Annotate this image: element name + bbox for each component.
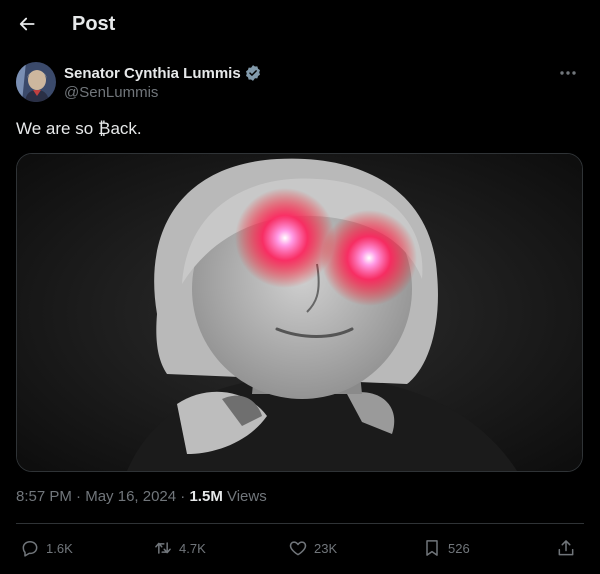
more-horizontal-icon (560, 71, 576, 75)
post-image[interactable] (16, 153, 583, 472)
handle[interactable]: @SenLummis (64, 84, 158, 101)
header: Post (0, 0, 600, 50)
meta-separator: · (176, 488, 190, 505)
display-name[interactable]: Senator Cynthia Lummis (64, 65, 241, 82)
author-row: Senator Cynthia Lummis @SenLummis (16, 62, 584, 106)
display-name-row: Senator Cynthia Lummis (64, 64, 262, 82)
reply-icon (22, 541, 38, 557)
like-count: 23K (314, 540, 338, 556)
bookmark-button[interactable]: 526 (422, 528, 470, 568)
back-button[interactable] (12, 9, 42, 39)
bookmark-icon (426, 540, 438, 556)
more-options-button[interactable] (554, 62, 582, 84)
bookmark-count: 526 (448, 540, 470, 556)
arrow-left-icon (19, 17, 35, 31)
post-date[interactable]: May 16, 2024 (85, 488, 176, 505)
verified-badge-icon (245, 65, 260, 81)
tweet-text: We are so ₿ack. (16, 119, 142, 138)
views-label: Views (222, 488, 267, 505)
avatar[interactable] (16, 62, 56, 102)
views-count[interactable]: 1.5M (189, 488, 222, 505)
reply-button[interactable]: 1.6K (20, 528, 73, 568)
post-meta: 8:57 PM · May 16, 2024 · 1.5M Views (16, 488, 267, 505)
repost-icon (155, 542, 171, 554)
like-button[interactable]: 23K (288, 528, 337, 568)
repost-count: 4.7K (179, 540, 206, 556)
share-button[interactable] (556, 528, 576, 568)
meta-separator: · (71, 488, 86, 505)
heart-icon (289, 541, 307, 556)
page-title: Post (72, 13, 116, 35)
share-icon (558, 540, 574, 556)
divider (16, 523, 584, 524)
reply-count: 1.6K (46, 540, 73, 556)
post-time[interactable]: 8:57 PM (16, 488, 72, 505)
repost-button[interactable]: 4.7K (153, 528, 206, 568)
action-bar: 1.6K 4.7K 23K 526 (16, 528, 584, 568)
